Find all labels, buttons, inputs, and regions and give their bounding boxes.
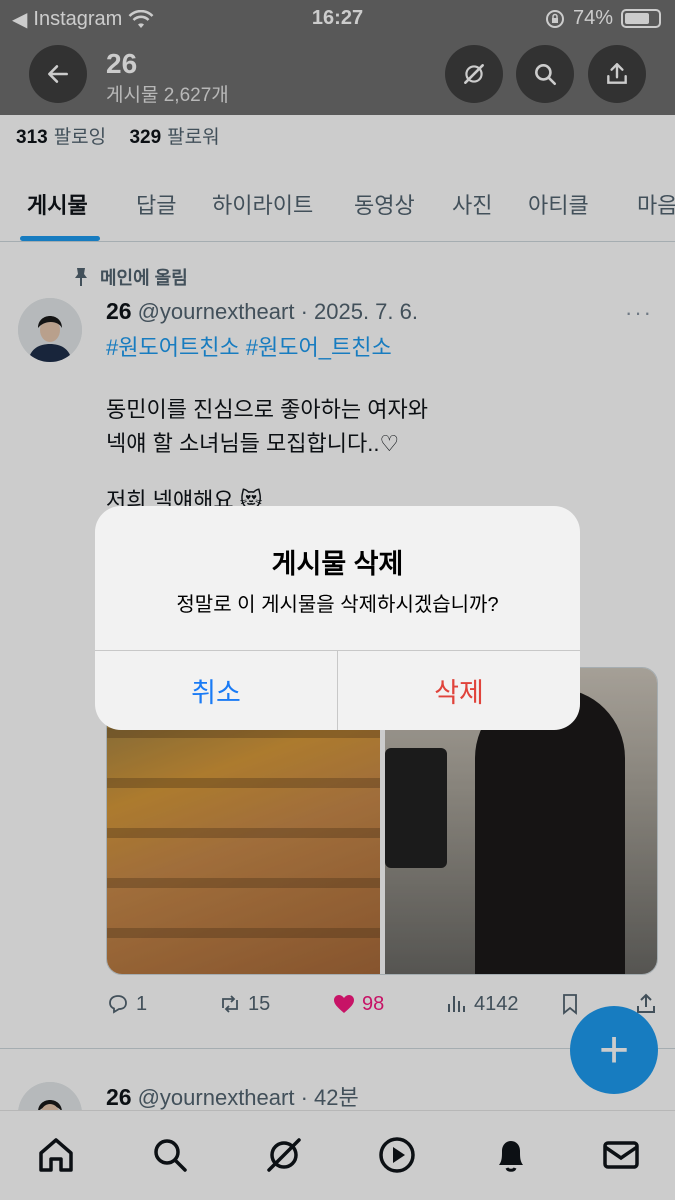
delete-button[interactable]: 삭제 <box>338 651 580 730</box>
alert-title: 게시물 삭제 <box>271 549 404 579</box>
cancel-button[interactable]: 취소 <box>95 651 337 730</box>
delete-post-alert: 게시물 삭제 정말로 이 게시물을 삭제하시겠습니까? 취소 삭제 <box>95 506 580 730</box>
alert-message: 정말로 이 게시물을 삭제하시겠습니까? <box>176 594 499 616</box>
